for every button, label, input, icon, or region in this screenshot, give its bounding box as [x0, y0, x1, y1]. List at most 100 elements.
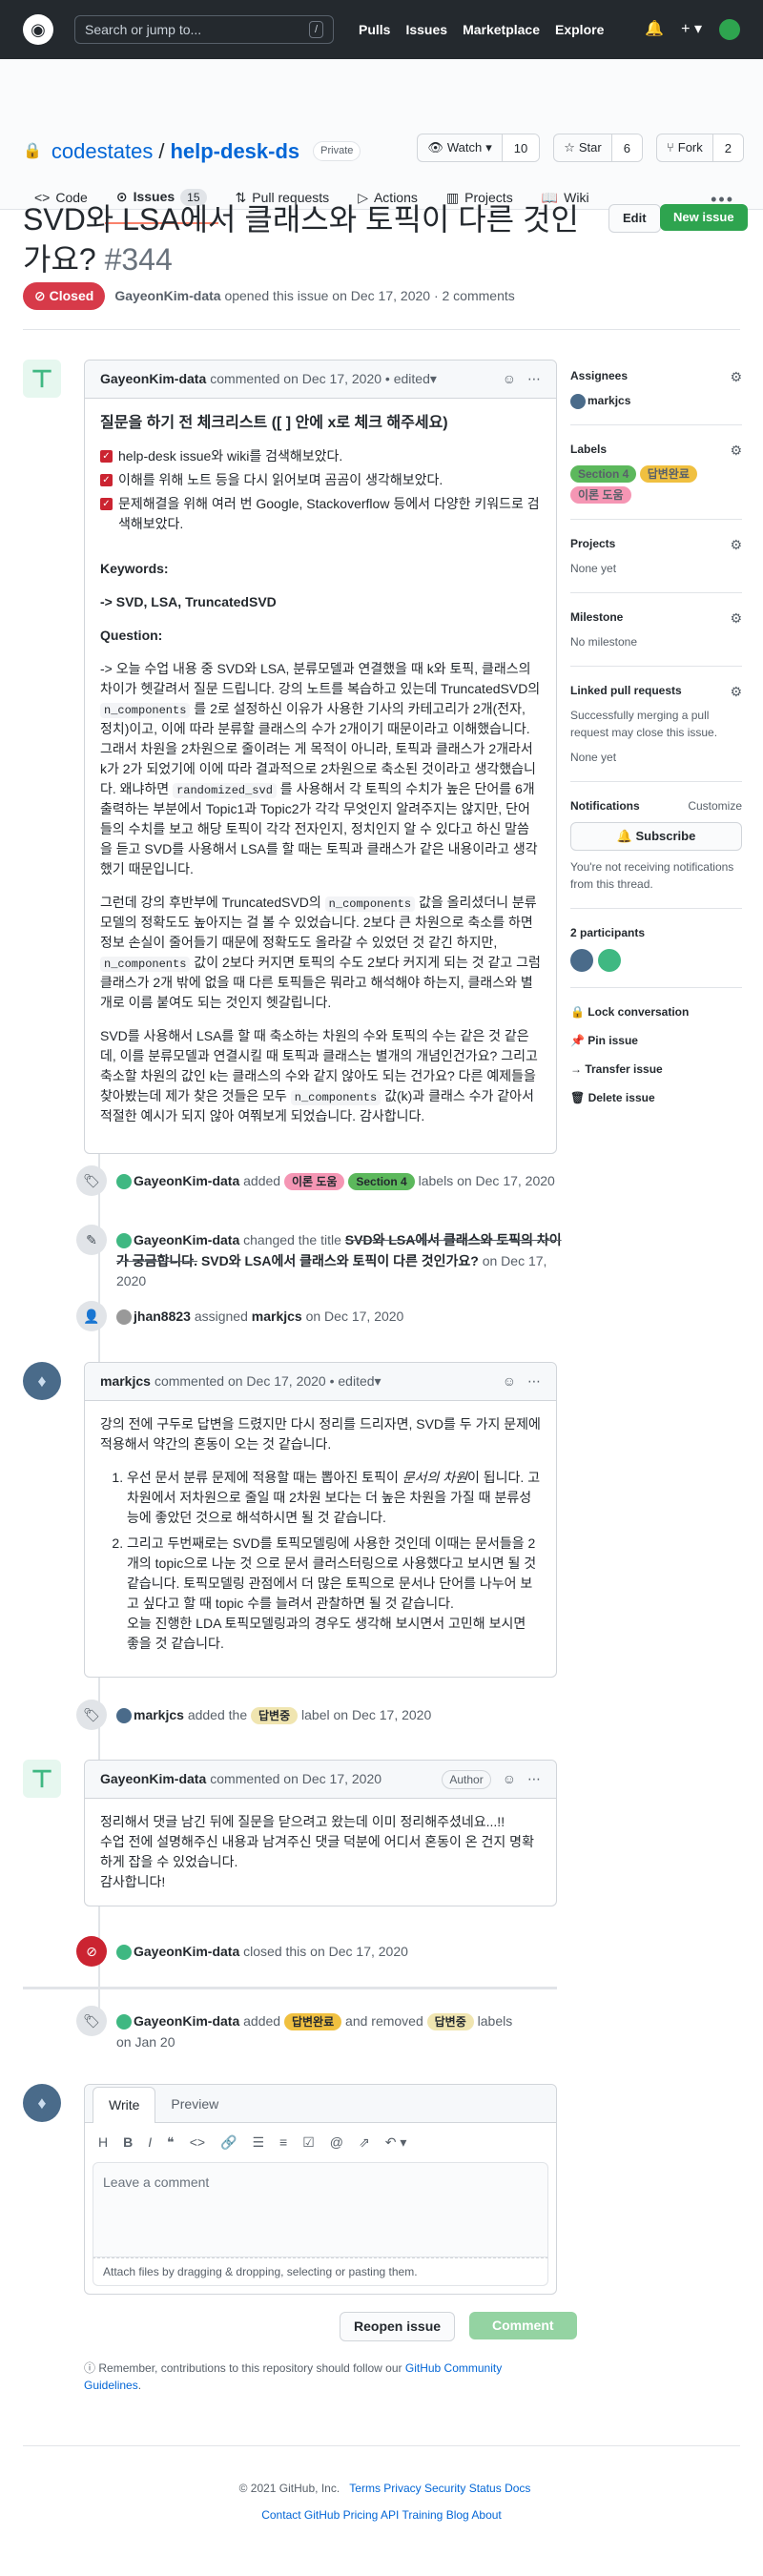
tab-preview[interactable]: Preview [155, 2087, 234, 2122]
new-issue-button[interactable]: New issue [660, 204, 748, 231]
label-badge[interactable]: 답변완료 [283, 2013, 342, 2030]
smiley-icon[interactable]: ☺ [503, 1371, 516, 1391]
kebab-icon[interactable]: ⋯ [527, 1769, 541, 1789]
transfer-issue-button[interactable]: → Transfer issue [570, 1055, 742, 1083]
avatar[interactable] [598, 948, 622, 972]
comment-author[interactable]: GayeonKim-data [100, 369, 206, 389]
attach-files-area[interactable]: Attach files by dragging & dropping, sel… [93, 2257, 548, 2286]
assignee-link[interactable]: markjcs [252, 1309, 302, 1324]
avatar[interactable] [116, 2014, 132, 2030]
label-badge[interactable]: 답변중 [251, 1707, 299, 1724]
nav-issues[interactable]: Issues [405, 20, 447, 40]
footer-link-terms[interactable]: Terms [349, 2482, 381, 2495]
comment-textarea[interactable]: Leave a comment [93, 2162, 548, 2257]
tab-write[interactable]: Write [93, 2087, 156, 2123]
repo-name-link[interactable]: help-desk-ds [170, 135, 299, 167]
checkbox-icon[interactable]: ✓ [100, 498, 113, 510]
numbered-list-icon[interactable]: ≡ [279, 2133, 287, 2153]
gear-icon[interactable]: ⚙ [730, 367, 742, 387]
footer-link-contact[interactable]: Contact GitHub [261, 2508, 340, 2522]
footer-link-about[interactable]: About [471, 2508, 501, 2522]
nav-pulls[interactable]: Pulls [359, 20, 390, 40]
event-actor[interactable]: GayeonKim-data [134, 2013, 239, 2029]
footer-link-blog[interactable]: Blog [446, 2508, 469, 2522]
customize-link[interactable]: Customize [688, 797, 742, 814]
issue-author-link[interactable]: GayeonKim-data [114, 288, 220, 303]
label-badge[interactable]: Section 4 [570, 465, 637, 483]
avatar[interactable]: ♦ [23, 2084, 61, 2122]
checkbox-icon[interactable]: ✓ [100, 450, 113, 463]
label-badge[interactable]: Section 4 [348, 1173, 415, 1190]
event-actor[interactable]: GayeonKim-data [134, 1173, 239, 1188]
plus-icon[interactable]: + ▾ [681, 18, 702, 41]
avatar[interactable] [116, 1233, 132, 1249]
gear-icon[interactable]: ⚙ [730, 682, 742, 702]
footer-link-security[interactable]: Security [424, 2482, 465, 2495]
kebab-icon[interactable]: ⋯ [527, 369, 541, 389]
reply-icon[interactable]: ↶ ▾ [385, 2133, 407, 2153]
delete-issue-button[interactable]: 🗑 Delete issue [570, 1083, 742, 1112]
reopen-issue-button[interactable]: Reopen issue [340, 2312, 456, 2341]
comment-button[interactable]: Comment [469, 2312, 577, 2339]
smiley-icon[interactable]: ☺ [503, 369, 516, 389]
nav-marketplace[interactable]: Marketplace [463, 20, 540, 40]
edit-button[interactable]: Edit [608, 204, 661, 233]
bold-icon[interactable]: B [123, 2133, 133, 2153]
bell-icon[interactable]: 🔔 [645, 18, 664, 41]
watch-button[interactable]: 👁 Watch ▾ 10 [417, 134, 541, 162]
kebab-icon[interactable]: ⋯ [527, 1371, 541, 1391]
footer-link-api[interactable]: API [381, 2508, 399, 2522]
nav-explore[interactable]: Explore [555, 20, 604, 40]
lock-conversation-button[interactable]: 🔒 Lock conversation [570, 998, 742, 1026]
footer-link-pricing[interactable]: Pricing [343, 2508, 379, 2522]
event-actor[interactable]: GayeonKim-data [134, 1232, 239, 1247]
search-input[interactable]: Search or jump to... / [74, 15, 334, 44]
subscribe-button[interactable]: 🔔 Subscribe [570, 822, 742, 851]
avatar[interactable]: ⊤ [23, 1760, 61, 1798]
comment-author[interactable]: GayeonKim-data [100, 1769, 206, 1789]
checkbox-icon[interactable]: ✓ [100, 474, 113, 486]
fork-button[interactable]: ⑂ Fork 2 [655, 134, 744, 162]
fork-icon: ⑂ [666, 140, 674, 155]
label-badge[interactable]: 이론 도움 [283, 1173, 345, 1190]
event-actor[interactable]: jhan8823 [134, 1309, 191, 1324]
github-logo-icon[interactable]: ◉ [23, 14, 53, 45]
reply-line: 정리해서 댓글 남긴 뒤에 질문을 닫으려고 왔는데 이미 정리해주셨네요...… [100, 1814, 505, 1829]
reference-icon[interactable]: ⇗ [359, 2133, 370, 2153]
bullet-list-icon[interactable]: ☰ [252, 2133, 264, 2153]
star-button[interactable]: ☆ Star 6 [553, 134, 643, 162]
label-badge[interactable]: 답변중 [426, 2013, 474, 2030]
event-actor[interactable]: markjcs [134, 1707, 184, 1722]
avatar[interactable] [116, 1309, 132, 1326]
heading-icon[interactable]: H [98, 2133, 108, 2153]
comment-author[interactable]: markjcs [100, 1371, 151, 1391]
footer-link-training[interactable]: Training [402, 2508, 443, 2522]
footer-link-privacy[interactable]: Privacy [383, 2482, 421, 2495]
link-icon[interactable]: 🔗 [220, 2133, 237, 2153]
gear-icon[interactable]: ⚙ [730, 608, 742, 629]
avatar[interactable] [570, 393, 586, 409]
avatar[interactable] [570, 948, 593, 972]
footer-link-docs[interactable]: Docs [505, 2482, 530, 2495]
avatar[interactable] [116, 1945, 132, 1961]
label-badge[interactable]: 답변완료 [639, 465, 697, 483]
avatar[interactable]: ♦ [23, 1362, 61, 1400]
quote-icon[interactable]: ❝ [167, 2133, 175, 2153]
avatar[interactable]: ⊤ [23, 360, 61, 398]
smiley-icon[interactable]: ☺ [503, 1769, 516, 1789]
footer-link-status[interactable]: Status [469, 2482, 502, 2495]
avatar[interactable] [719, 19, 740, 40]
mention-icon[interactable]: @ [330, 2133, 343, 2153]
avatar[interactable] [116, 1174, 132, 1190]
gear-icon[interactable]: ⚙ [730, 441, 742, 461]
task-list-icon[interactable]: ☑ [302, 2133, 315, 2153]
assignee-link[interactable]: markjcs [588, 394, 630, 407]
pin-issue-button[interactable]: 📌 Pin issue [570, 1026, 742, 1055]
repo-owner-link[interactable]: codestates [52, 135, 153, 167]
label-badge[interactable]: 이론 도움 [570, 486, 631, 504]
gear-icon[interactable]: ⚙ [730, 535, 742, 555]
italic-icon[interactable]: I [148, 2133, 152, 2153]
avatar[interactable] [116, 1708, 132, 1724]
code-icon[interactable]: <> [190, 2133, 205, 2153]
event-actor[interactable]: GayeonKim-data [134, 1944, 239, 1959]
